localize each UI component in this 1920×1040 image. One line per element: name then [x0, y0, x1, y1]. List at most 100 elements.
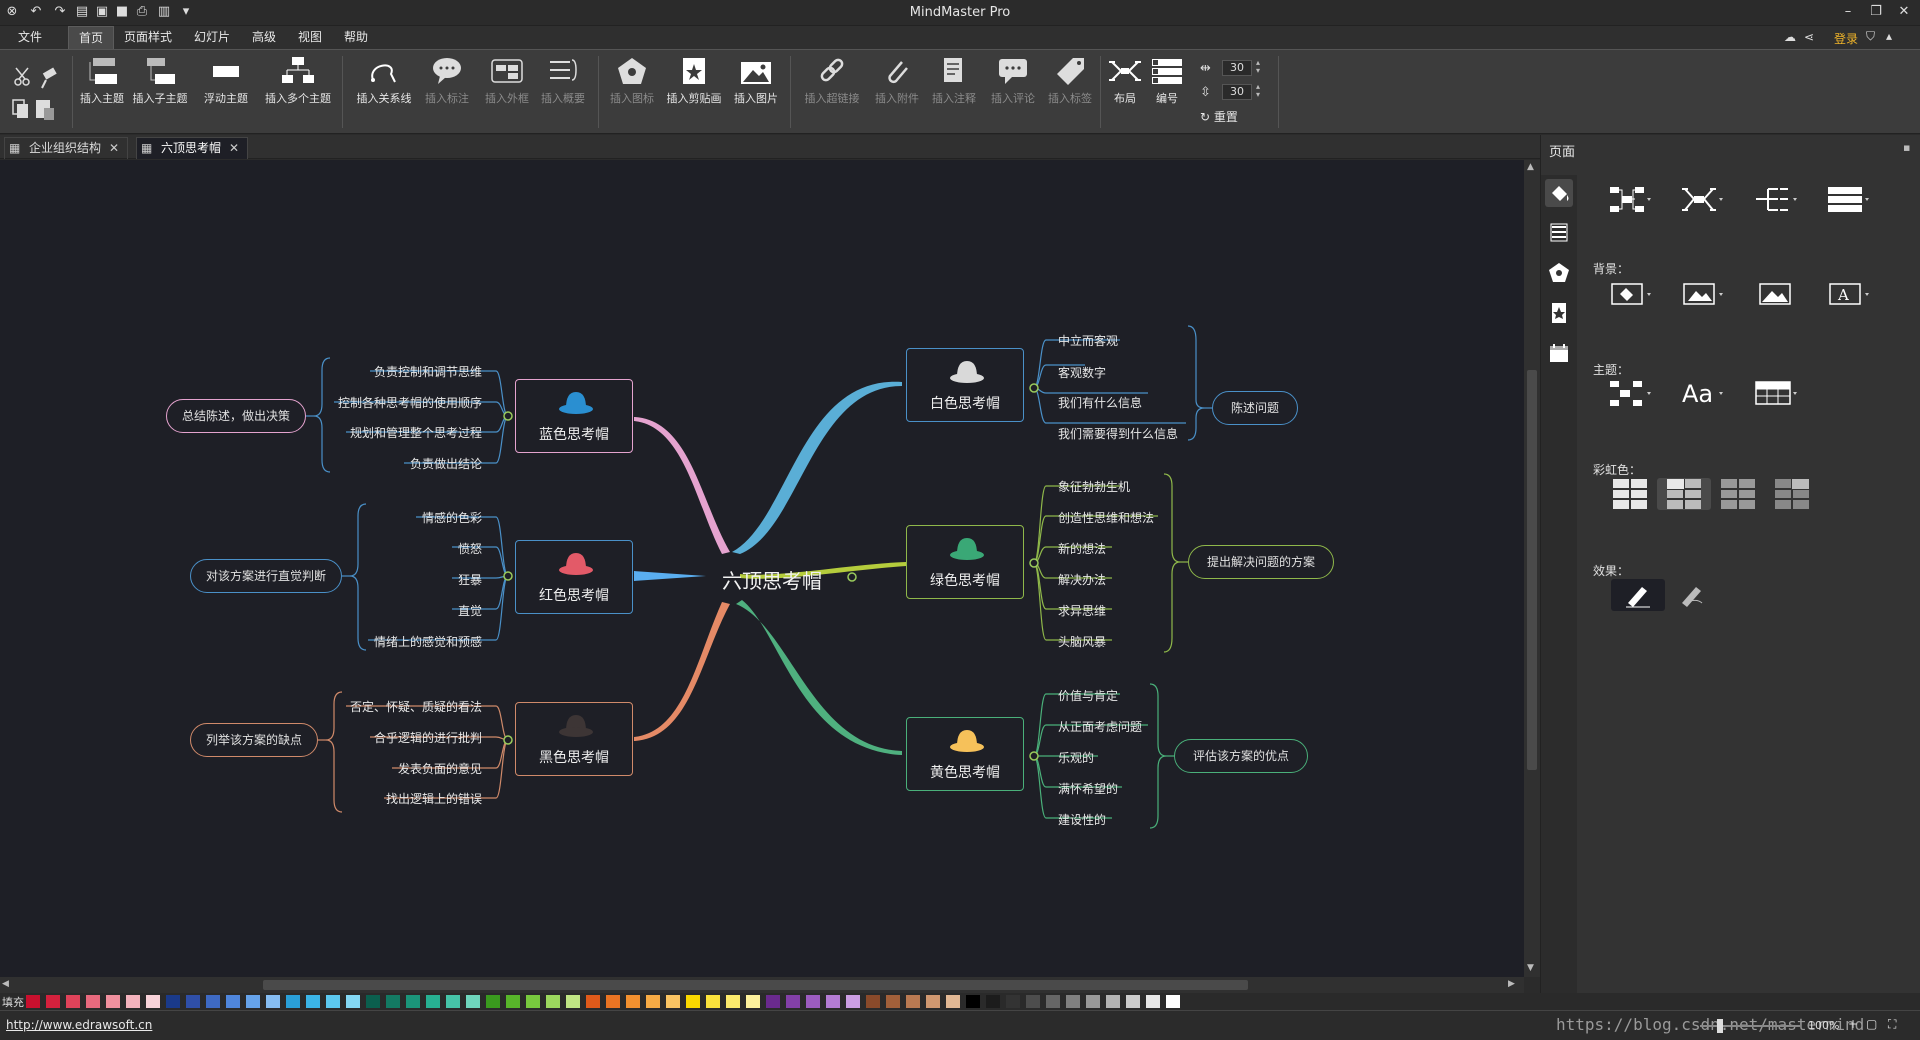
- color-swatch[interactable]: [526, 995, 540, 1008]
- leaf-green-1[interactable]: 象征勃勃生机: [1058, 478, 1130, 495]
- vertical-scroll-thumb[interactable]: [1527, 370, 1537, 770]
- color-swatch[interactable]: [946, 995, 960, 1008]
- horizontal-spacing-stepper-icon[interactable]: ▴ ▾: [1256, 59, 1260, 75]
- tree-layout-button[interactable]: [1749, 183, 1803, 215]
- leaf-blue-1[interactable]: 负责控制和调节思维: [282, 363, 482, 380]
- leaf-blue-2[interactable]: 控制各种思考帽的使用顺序: [282, 394, 482, 411]
- insert-attachment-button[interactable]: 插入附件: [866, 56, 928, 106]
- leaf-red-3[interactable]: 狂暴: [282, 571, 482, 588]
- leaf-green-4[interactable]: 解决办法: [1058, 571, 1106, 588]
- summary-yellow[interactable]: 评估该方案的优点: [1174, 739, 1308, 773]
- color-swatch[interactable]: [766, 995, 780, 1008]
- insert-multiple-topics-button[interactable]: 插入多个主题: [258, 56, 338, 106]
- login-link[interactable]: 登录: [1834, 30, 1858, 47]
- mindmap-canvas[interactable]: 六顶思考帽 白色思考帽 绿色思考帽 黄色思考帽 蓝色思考帽 红色思考帽 黑色思考…: [0, 160, 1524, 977]
- theme-style-button[interactable]: [1603, 377, 1657, 409]
- color-swatch[interactable]: [386, 995, 400, 1008]
- summary-green[interactable]: 提出解决问题的方案: [1188, 545, 1334, 579]
- color-swatch[interactable]: [166, 995, 180, 1008]
- leaf-white-3[interactable]: 我们有什么信息: [1058, 394, 1142, 411]
- summary-white[interactable]: 陈述问题: [1212, 391, 1298, 425]
- leaf-red-2[interactable]: 愤怒: [282, 540, 482, 557]
- leaf-red-1[interactable]: 情感的色彩: [282, 509, 482, 526]
- color-swatch[interactable]: [1026, 995, 1040, 1008]
- color-swatch[interactable]: [46, 995, 60, 1008]
- menu-home[interactable]: 首页: [68, 26, 115, 49]
- rainbow-option-2[interactable]: [1657, 478, 1711, 510]
- float-topic-button[interactable]: 浮动主题: [196, 56, 256, 106]
- scroll-left-icon[interactable]: ◀: [2, 979, 9, 989]
- new-file-icon[interactable]: ▤: [74, 4, 90, 20]
- hat-node-yellow[interactable]: 黄色思考帽: [906, 717, 1024, 791]
- pin-icon[interactable]: ▪: [1903, 141, 1910, 154]
- color-swatch[interactable]: [1006, 995, 1020, 1008]
- color-swatch[interactable]: [846, 995, 860, 1008]
- color-swatch[interactable]: [1066, 995, 1080, 1008]
- leaf-black-2[interactable]: 合乎逻辑的进行批判: [282, 729, 482, 746]
- color-swatch[interactable]: [1146, 995, 1160, 1008]
- leaf-yellow-1[interactable]: 价值与肯定: [1058, 687, 1118, 704]
- color-swatch[interactable]: [606, 995, 620, 1008]
- insert-subtopic-button[interactable]: 插入子主题: [130, 56, 190, 106]
- insert-comment-button[interactable]: 插入评论: [982, 56, 1044, 106]
- color-swatch[interactable]: [986, 995, 1000, 1008]
- color-swatch[interactable]: [446, 995, 460, 1008]
- redo-icon[interactable]: ↷: [52, 4, 68, 20]
- leaf-green-6[interactable]: 头脑风暴: [1058, 633, 1106, 650]
- restore-icon[interactable]: ❐: [1862, 2, 1890, 22]
- cut-icon[interactable]: [14, 67, 30, 86]
- leaf-green-3[interactable]: 新的想法: [1058, 540, 1106, 557]
- color-swatch[interactable]: [706, 995, 720, 1008]
- color-swatch[interactable]: [486, 995, 500, 1008]
- rainbow-option-4[interactable]: [1765, 478, 1819, 510]
- color-swatch[interactable]: [546, 995, 560, 1008]
- color-swatch[interactable]: [586, 995, 600, 1008]
- rainbow-option-3[interactable]: [1711, 478, 1765, 510]
- color-swatch[interactable]: [466, 995, 480, 1008]
- hat-node-blue[interactable]: 蓝色思考帽: [515, 379, 633, 453]
- open-file-icon[interactable]: ▣: [94, 4, 110, 20]
- tab-enterprise-org[interactable]: ▦ 企业组织结构 ✕: [4, 137, 129, 159]
- color-swatch[interactable]: [86, 995, 100, 1008]
- color-swatch[interactable]: [866, 995, 880, 1008]
- watermark-button[interactable]: A: [1821, 277, 1875, 309]
- color-swatch[interactable]: [906, 995, 920, 1008]
- cloud-icon[interactable]: ☁: [1784, 30, 1796, 44]
- hat-node-green[interactable]: 绿色思考帽: [906, 525, 1024, 599]
- hat-node-black[interactable]: 黑色思考帽: [515, 702, 633, 776]
- color-swatch[interactable]: [1126, 995, 1140, 1008]
- color-swatch[interactable]: [186, 995, 200, 1008]
- theme-font-button[interactable]: Aa: [1675, 377, 1729, 409]
- scroll-down-icon[interactable]: ▼: [1527, 963, 1534, 973]
- close-icon[interactable]: ✕: [1890, 2, 1918, 22]
- zoom-slider[interactable]: [1700, 1025, 1800, 1027]
- color-swatch[interactable]: [266, 995, 280, 1008]
- color-swatch[interactable]: [426, 995, 440, 1008]
- minimize-icon[interactable]: –: [1834, 2, 1862, 22]
- color-swatch[interactable]: [306, 995, 320, 1008]
- leaf-yellow-4[interactable]: 满怀希望的: [1058, 780, 1118, 797]
- color-swatch[interactable]: [106, 995, 120, 1008]
- format-painter-icon[interactable]: [41, 67, 57, 89]
- vertical-scrollbar[interactable]: ▲ ▼: [1524, 160, 1540, 977]
- theme-color-button[interactable]: [1749, 377, 1803, 409]
- quick-access-dropdown-icon[interactable]: ▾: [178, 4, 194, 20]
- copy-icon[interactable]: [12, 99, 28, 118]
- leaf-white-4[interactable]: 我们需要得到什么信息: [1058, 425, 1178, 442]
- color-swatch[interactable]: [626, 995, 640, 1008]
- close-tab-icon[interactable]: ✕: [229, 141, 239, 155]
- insert-topic-button[interactable]: 插入主题: [72, 56, 132, 106]
- leaf-blue-4[interactable]: 负责做出结论: [282, 455, 482, 472]
- tab-six-hats[interactable]: ▦ 六顶思考帽 ✕: [136, 137, 249, 159]
- task-tab[interactable]: [1545, 339, 1573, 367]
- leaf-white-1[interactable]: 中立而客观: [1058, 332, 1118, 349]
- color-swatch[interactable]: [726, 995, 740, 1008]
- color-swatch[interactable]: [1046, 995, 1060, 1008]
- background-texture-button[interactable]: [1675, 277, 1729, 309]
- page-format-tab[interactable]: [1545, 179, 1573, 207]
- color-swatch[interactable]: [686, 995, 700, 1008]
- insert-clipart-button[interactable]: 插入剪贴画: [662, 56, 726, 106]
- color-swatch[interactable]: [26, 995, 40, 1008]
- menu-help[interactable]: 帮助: [334, 26, 378, 49]
- menu-page-style[interactable]: 页面样式: [114, 26, 182, 49]
